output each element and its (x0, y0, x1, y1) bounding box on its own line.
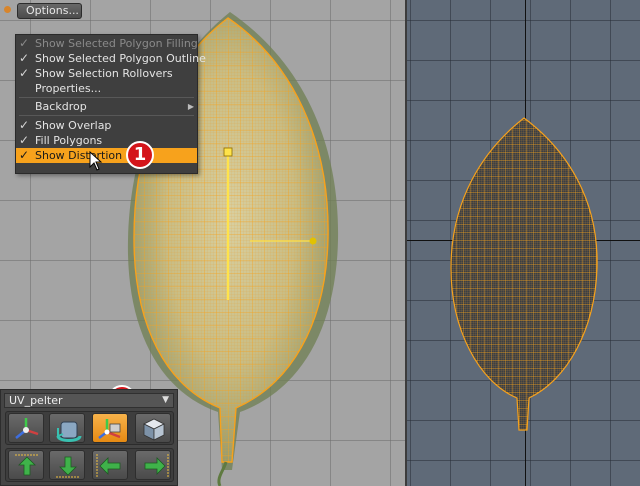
menu-item-show-selection-rollovers[interactable]: ✓ Show Selection Rollovers (16, 66, 197, 81)
tool-row-1 (5, 411, 174, 445)
menu-item-properties[interactable]: Properties... (16, 81, 197, 96)
rotate-cylinder-icon (56, 421, 82, 442)
arrow-right-icon (144, 454, 169, 478)
menu-item-show-distortion[interactable]: ✓ Show Distortion (16, 148, 197, 163)
3d-viewport[interactable] (407, 0, 640, 486)
tool-row-2 (5, 448, 174, 482)
arrow-up-icon (15, 454, 39, 476)
move-up-button[interactable] (8, 450, 44, 480)
check-icon: ✓ (19, 51, 30, 65)
menu-item-fill-polygons[interactable]: ✓ Fill Polygons (16, 133, 197, 148)
palette-title: UV_pelter (9, 394, 63, 407)
menu-item-backdrop[interactable]: Backdrop ▶ (16, 99, 197, 114)
check-icon: ✓ (19, 36, 30, 50)
submenu-arrow-icon: ▶ (187, 102, 194, 111)
options-button[interactable]: Options... (17, 3, 82, 19)
options-dropdown-menu: ✓ Show Selected Polygon Filling ✓ Show S… (15, 34, 206, 174)
cube-project-tool-button[interactable] (135, 413, 171, 443)
move-right-button[interactable] (135, 450, 171, 480)
pelt-tool-icon (98, 419, 121, 439)
mouse-cursor-icon (89, 150, 103, 171)
menu-separator (19, 97, 194, 98)
callout-badge-1: 1 (126, 141, 154, 169)
check-icon: ✓ (19, 66, 30, 80)
menu-separator (19, 115, 194, 116)
menu-item-show-selected-polygon-outline[interactable]: ✓ Show Selected Polygon Outline (16, 51, 206, 66)
leaf-mesh-wireframe (450, 117, 598, 431)
rotate-cylinder-tool-button[interactable] (49, 413, 85, 443)
arrow-left-icon (96, 454, 121, 478)
arrow-down-icon (56, 456, 80, 478)
chevron-down-icon: ▼ (162, 395, 169, 405)
uv-pelter-palette: UV_pelter ▼ (0, 389, 178, 486)
check-icon: ✓ (19, 133, 30, 147)
menu-item-show-overlap[interactable]: ✓ Show Overlap (16, 118, 197, 133)
check-icon: ✓ (19, 118, 30, 132)
palette-dropdown[interactable]: UV_pelter ▼ (4, 393, 174, 408)
menu-item-show-selected-polygon-filling[interactable]: ✓ Show Selected Polygon Filling (16, 36, 198, 51)
pelt-tool-button[interactable] (92, 413, 128, 443)
cube-project-icon (143, 418, 165, 441)
check-icon: ✓ (19, 148, 30, 162)
viewport-menu-dot[interactable] (4, 6, 11, 13)
options-button-label: Options... (26, 4, 79, 17)
move-left-button[interactable] (92, 450, 128, 480)
move-transform-tool-button[interactable] (8, 413, 44, 443)
move-down-button[interactable] (49, 450, 85, 480)
move-transform-icon (15, 418, 39, 439)
